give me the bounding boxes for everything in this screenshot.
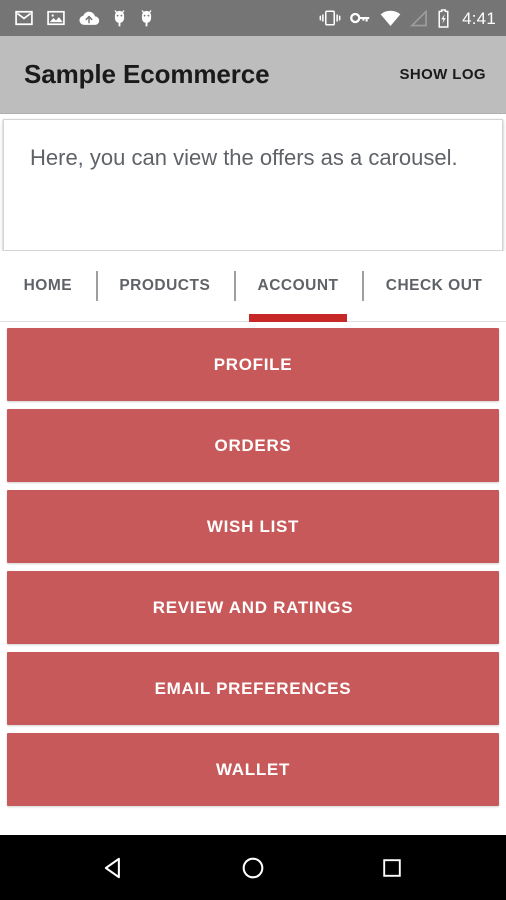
tab-home[interactable]: HOME xyxy=(0,263,96,321)
nav-recents-button[interactable] xyxy=(362,844,422,892)
cell-signal-icon xyxy=(410,9,428,27)
tab-check-out[interactable]: CHECK OUT xyxy=(362,263,506,321)
vibrate-icon xyxy=(319,9,341,27)
android-debug-icon xyxy=(112,8,127,28)
vpn-key-icon xyxy=(350,10,371,26)
carousel-info-text: Here, you can view the offers as a carou… xyxy=(30,145,458,170)
home-circle-icon xyxy=(242,857,264,878)
battery-charging-icon xyxy=(437,8,450,28)
tab-check-out-indicator xyxy=(379,314,488,322)
phone-screen: 4:41 Sample Ecommerce SHOW LOG Here, you… xyxy=(0,0,506,900)
tab-strip-container: HOME PRODUCTS ACCOUNT CHECK OUT xyxy=(0,251,506,322)
tab-account[interactable]: ACCOUNT xyxy=(233,263,362,322)
orders-button[interactable]: ORDERS xyxy=(7,409,499,482)
android-debug-icon-2 xyxy=(139,8,154,28)
wish-list-button[interactable]: WISH LIST xyxy=(7,490,499,563)
image-icon xyxy=(46,8,66,28)
wifi-icon xyxy=(380,10,401,27)
tab-account-indicator xyxy=(249,314,347,322)
gmail-icon xyxy=(14,8,34,28)
nav-back-button[interactable] xyxy=(84,844,144,892)
status-bar-clock: 4:41 xyxy=(462,8,496,28)
info-card-container: Here, you can view the offers as a carou… xyxy=(0,114,506,251)
app-title: Sample Ecommerce xyxy=(24,59,270,89)
tab-account-label: ACCOUNT xyxy=(257,277,339,294)
nav-home-button[interactable] xyxy=(223,844,283,892)
app-bar: Sample Ecommerce SHOW LOG xyxy=(0,36,506,114)
back-triangle-icon xyxy=(104,857,120,878)
tab-home-label: HOME xyxy=(23,277,73,294)
status-bar-system-icons: 4:41 xyxy=(319,8,496,28)
review-and-ratings-button[interactable]: REVIEW AND RATINGS xyxy=(7,571,499,644)
android-navigation-bar xyxy=(0,835,506,900)
tab-products[interactable]: PRODUCTS xyxy=(95,263,234,322)
status-bar-notification-icons xyxy=(14,8,319,28)
tab-products-indicator xyxy=(112,314,217,322)
tab-products-label: PRODUCTS xyxy=(119,277,211,294)
tab-strip: HOME PRODUCTS ACCOUNT CHECK OUT xyxy=(0,263,506,322)
recents-square-icon xyxy=(383,858,402,877)
tab-check-out-label: CHECK OUT xyxy=(385,277,483,294)
wallet-button[interactable]: WALLET xyxy=(7,733,499,806)
account-menu-list: PROFILE ORDERS WISH LIST REVIEW AND RATI… xyxy=(0,322,506,835)
status-bar: 4:41 xyxy=(0,0,506,36)
tab-home-indicator xyxy=(11,314,84,322)
show-log-button[interactable]: SHOW LOG xyxy=(393,58,492,91)
email-preferences-button[interactable]: EMAIL PREFERENCES xyxy=(7,652,499,725)
cloud-upload-icon xyxy=(78,8,100,28)
profile-button[interactable]: PROFILE xyxy=(7,328,499,401)
carousel-info-card: Here, you can view the offers as a carou… xyxy=(3,119,503,251)
